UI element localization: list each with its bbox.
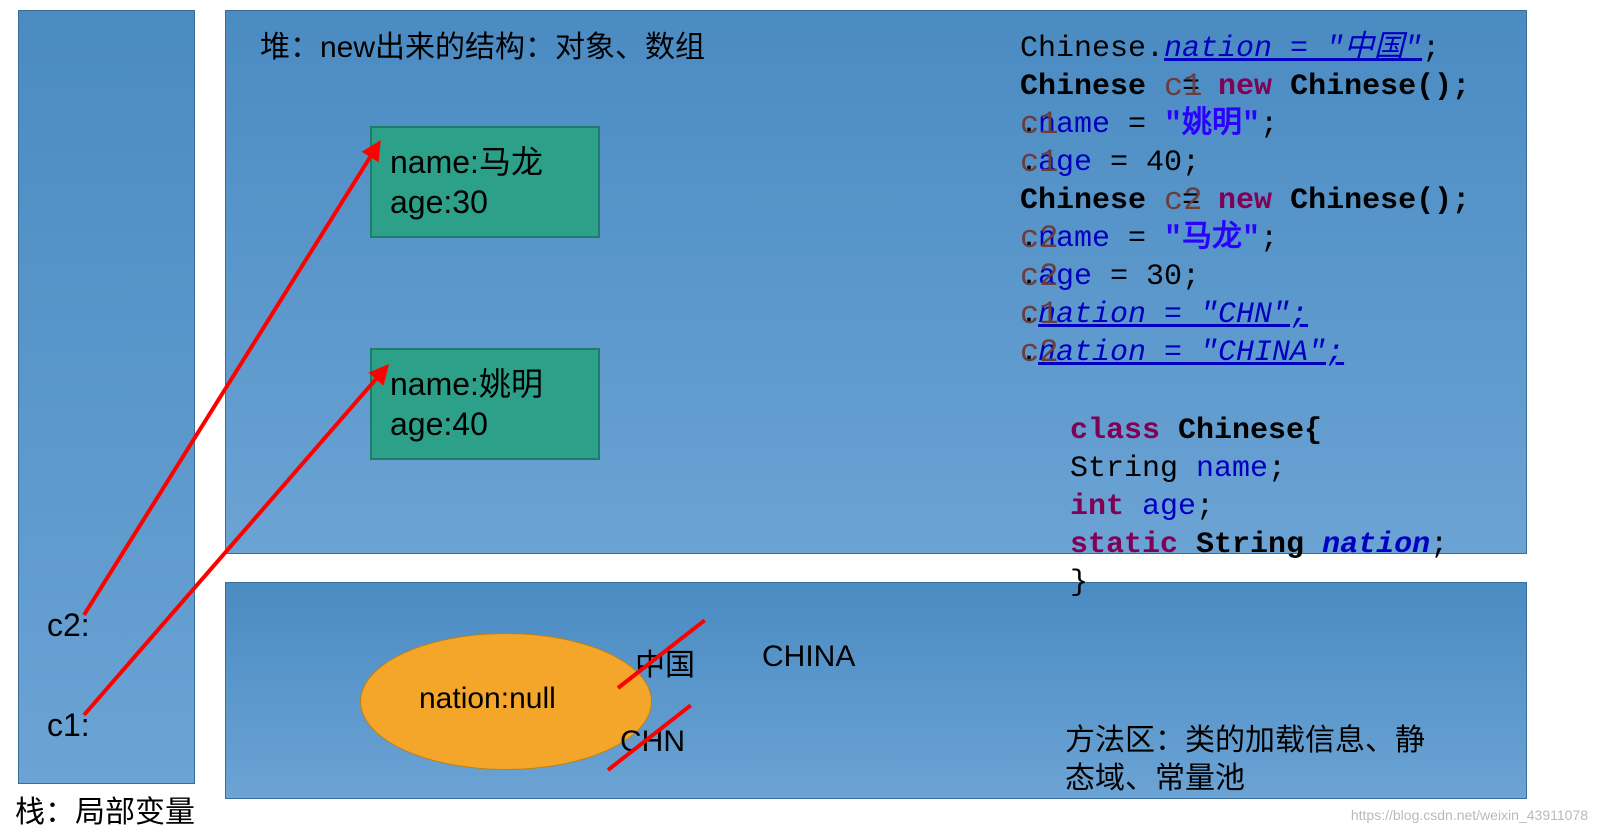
t: "姚明" bbox=[1164, 108, 1260, 142]
t: "马龙" bbox=[1164, 222, 1260, 256]
t: class bbox=[1070, 414, 1160, 448]
stack-panel: c2: c1: bbox=[18, 10, 195, 784]
t: c2 bbox=[1164, 182, 1202, 220]
nation-text: nation:null bbox=[419, 682, 556, 716]
t: ; bbox=[1260, 222, 1278, 256]
obj2-name: name:姚明 bbox=[390, 364, 580, 404]
t: c2 bbox=[1020, 220, 1058, 258]
nation-ellipse: nation:null bbox=[360, 633, 652, 770]
obj2-age: age:40 bbox=[390, 404, 580, 444]
t: } bbox=[1070, 566, 1088, 600]
t: static bbox=[1070, 528, 1178, 562]
method-area-label: 方法区：类的加载信息、静 态域、常量池 bbox=[1065, 722, 1425, 798]
t: Chinese. bbox=[1020, 32, 1164, 66]
t: Chinese bbox=[1020, 70, 1164, 104]
t: new bbox=[1218, 70, 1272, 104]
t: c1 bbox=[1020, 296, 1058, 334]
t: Chinese(); bbox=[1272, 184, 1470, 218]
t: c1 bbox=[1020, 106, 1058, 144]
nation-overwrite-1: 中国 bbox=[635, 640, 695, 684]
code-block-class: class Chinese{ String name; int age; sta… bbox=[1070, 412, 1448, 602]
t: nation bbox=[1322, 528, 1430, 562]
t: Chinese bbox=[1020, 184, 1164, 218]
nation-overwrite-3: CHINA bbox=[762, 640, 855, 674]
watermark-text: https://blog.csdn.net/weixin_43911078 bbox=[1351, 807, 1588, 823]
t: c2 bbox=[1020, 258, 1058, 296]
t: nation = "CHINA"; bbox=[1038, 336, 1344, 370]
t: = 30; bbox=[1092, 260, 1200, 294]
t: nation = "中国" bbox=[1164, 32, 1422, 66]
obj1-name: name:马龙 bbox=[390, 142, 580, 182]
t: ; bbox=[1268, 452, 1286, 486]
t: new bbox=[1218, 184, 1272, 218]
t: = 40; bbox=[1092, 146, 1200, 180]
t: ; bbox=[1422, 32, 1440, 66]
heap-label: 堆：new出来的结构：对象、数组 bbox=[260, 22, 705, 66]
t: c1 bbox=[1164, 68, 1202, 106]
t: ; bbox=[1196, 490, 1214, 524]
t: String bbox=[1178, 528, 1322, 562]
t: nation = "CHN"; bbox=[1038, 298, 1308, 332]
t: = bbox=[1110, 222, 1164, 256]
t: = bbox=[1110, 108, 1164, 142]
t: int bbox=[1070, 490, 1124, 524]
t: String bbox=[1070, 452, 1196, 486]
code-block-usage: Chinese.nation = "中国"; Chinese c1 = new … bbox=[1020, 30, 1470, 372]
t: c1 bbox=[1020, 144, 1058, 182]
t: age bbox=[1142, 490, 1196, 524]
t bbox=[1124, 490, 1142, 524]
t: ; bbox=[1260, 108, 1278, 142]
t: name bbox=[1196, 452, 1268, 486]
t: Chinese{ bbox=[1160, 414, 1322, 448]
diagram-canvas: c2: c1: 栈：局部变量 堆：new出来的结构：对象、数组 name:马龙 … bbox=[0, 0, 1600, 827]
obj1-age: age:30 bbox=[390, 182, 580, 222]
t: Chinese(); bbox=[1272, 70, 1470, 104]
t: ; bbox=[1430, 528, 1448, 562]
t: c2 bbox=[1020, 334, 1058, 372]
stack-label: 栈：局部变量 bbox=[15, 787, 195, 827]
heap-object-2: name:姚明 age:40 bbox=[370, 348, 600, 460]
heap-object-1: name:马龙 age:30 bbox=[370, 126, 600, 238]
